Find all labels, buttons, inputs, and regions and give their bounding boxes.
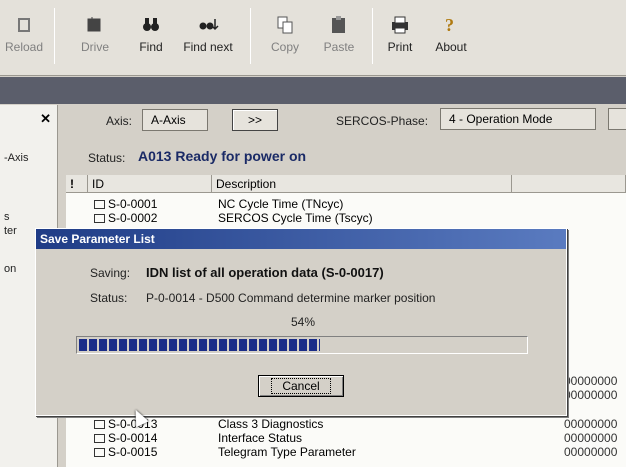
saving-value: IDN list of all operation data (S-0-0017…: [146, 265, 384, 280]
table-row[interactable]: S-0-0001 NC Cycle Time (TNcyc): [66, 197, 626, 211]
left-pane-item[interactable]: -Axis: [4, 152, 28, 164]
table-header: ! ID Description: [66, 175, 626, 193]
print-label: Print: [387, 40, 413, 54]
table-row[interactable]: S-0-0013 Class 3 Diagnostics 00000000: [66, 417, 626, 431]
cancel-label: Cancel: [271, 378, 331, 394]
column-id[interactable]: ID: [88, 175, 212, 193]
table-row[interactable]: S-0-0002 SERCOS Cycle Time (Tscyc): [66, 211, 626, 225]
parameter-icon: [94, 200, 105, 209]
row-description: NC Cycle Time (TNcyc): [218, 197, 344, 211]
row-value: 00000000: [564, 388, 618, 402]
row-id: S-0-0015: [108, 445, 158, 459]
close-pane-icon[interactable]: ✕: [40, 111, 51, 127]
find-button[interactable]: Find: [128, 8, 174, 68]
find-next-icon: [199, 19, 219, 31]
find-next-button[interactable]: Find next: [178, 8, 238, 68]
paste-button[interactable]: Paste: [314, 8, 364, 68]
drive-icon: [87, 17, 101, 32]
column-flag[interactable]: !: [66, 175, 88, 193]
status-label: Status:: [88, 151, 126, 165]
row-description: SERCOS Cycle Time (Tscyc): [218, 211, 373, 225]
paste-icon: [332, 16, 345, 33]
phase-field: 4 - Operation Mode: [440, 108, 596, 130]
find-label: Find: [139, 40, 163, 54]
row-description: Interface Status: [218, 431, 303, 445]
progress-fill: [79, 339, 320, 351]
question-icon: ?: [445, 15, 454, 35]
reload-icon: [18, 18, 30, 32]
row-id: S-0-0014: [108, 431, 158, 445]
about-button[interactable]: ? About: [428, 8, 474, 68]
parameter-icon: [94, 434, 105, 443]
copy-label: Copy: [270, 40, 299, 54]
row-value: 00000000: [564, 431, 618, 445]
column-value[interactable]: [512, 175, 626, 193]
save-parameter-dialog: Save Parameter List Saving: IDN list of …: [35, 228, 567, 416]
about-label: About: [435, 40, 467, 54]
reload-label: Reload: [4, 40, 44, 54]
dialog-status-value: P-0-0014 - D500 Command determine marker…: [146, 291, 436, 305]
status-value: A013 Ready for power on: [138, 148, 307, 164]
printer-icon: [392, 16, 408, 34]
cancel-button[interactable]: Cancel: [258, 375, 344, 397]
title-strip: [0, 77, 626, 104]
row-id: S-0-0001: [108, 197, 158, 211]
dialog-title[interactable]: Save Parameter List: [36, 229, 566, 249]
paste-label: Paste: [323, 40, 355, 54]
row-value: 00000000: [564, 374, 618, 388]
drive-button[interactable]: Drive: [70, 8, 120, 68]
axis-label: Axis:: [106, 114, 133, 128]
phase-extra-button[interactable]: [608, 108, 626, 130]
svg-text:?: ?: [445, 15, 454, 35]
dialog-status-label: Status:: [90, 291, 128, 305]
parameter-icon: [94, 448, 105, 457]
row-value: 00000000: [564, 417, 618, 431]
row-value: 00000000: [564, 445, 618, 459]
next-axis-button[interactable]: >>: [232, 109, 278, 131]
reload-button[interactable]: Reload: [0, 8, 48, 68]
row-description: Telegram Type Parameter: [218, 445, 356, 459]
parameter-icon: [94, 420, 105, 429]
progress-percent: 54%: [291, 315, 316, 329]
saving-label: Saving:: [90, 266, 131, 280]
row-id: S-0-0002: [108, 211, 158, 225]
copy-icon: [277, 16, 293, 34]
find-next-label: Find next: [183, 40, 233, 54]
left-pane-item[interactable]: on: [4, 263, 16, 275]
column-description[interactable]: Description: [212, 175, 512, 193]
table-row[interactable]: S-0-0015 Telegram Type Parameter 0000000…: [66, 445, 626, 459]
binoculars-icon: [143, 18, 159, 31]
parameter-icon: [94, 214, 105, 223]
row-description: Class 3 Diagnostics: [218, 417, 324, 431]
header-panel: Axis: A-Axis >> SERCOS-Phase: 4 - Operat…: [60, 105, 626, 175]
axis-field[interactable]: A-Axis: [142, 109, 208, 131]
copy-button[interactable]: Copy: [262, 8, 308, 68]
phase-label: SERCOS-Phase:: [336, 114, 429, 128]
progress-bar: [76, 336, 528, 354]
toolbar: Reload Drive Find Find next Copy Paste P…: [0, 0, 626, 76]
left-pane-item[interactable]: s: [4, 211, 10, 223]
left-pane-item[interactable]: ter: [4, 225, 17, 237]
table-row[interactable]: S-0-0014 Interface Status 00000000: [66, 431, 626, 445]
print-button[interactable]: Print: [378, 8, 422, 68]
drive-label: Drive: [80, 40, 109, 54]
